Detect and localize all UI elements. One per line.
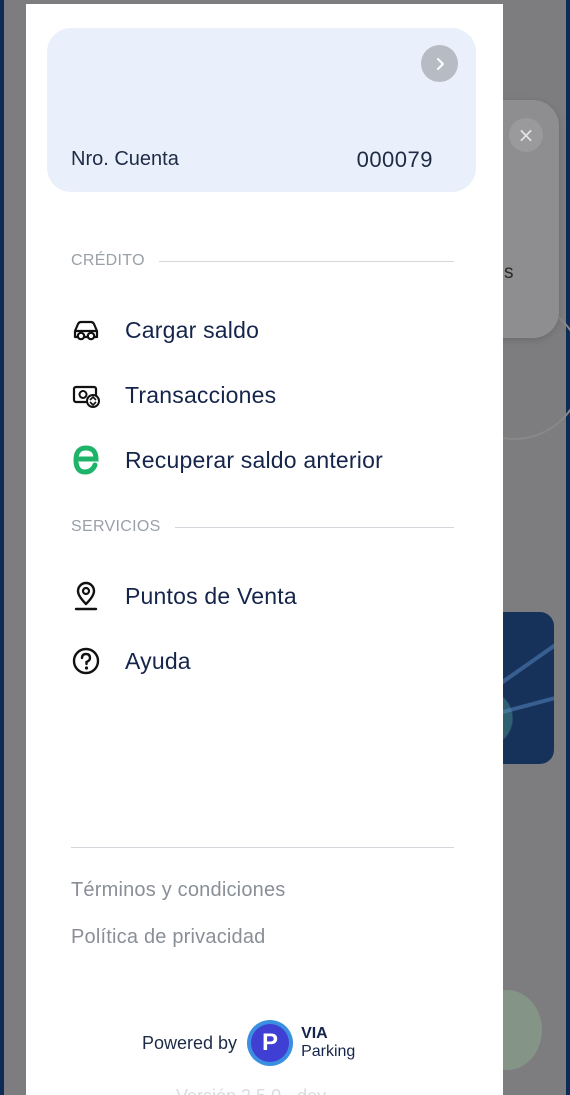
menu-label: Puntos de Venta bbox=[125, 582, 297, 609]
account-card[interactable]: Nro. Cuenta 000079 bbox=[47, 28, 476, 192]
brand-line-2: Parking bbox=[301, 1043, 356, 1060]
brand-name: VIA Parking bbox=[301, 1025, 355, 1061]
section-title-credit: CRÉDITO bbox=[71, 252, 145, 269]
help-circle-icon bbox=[68, 643, 104, 679]
section-title-services: SERVICIOS bbox=[71, 518, 161, 535]
section-divider bbox=[158, 260, 454, 262]
account-details-button[interactable] bbox=[421, 45, 458, 82]
location-pin-icon bbox=[68, 578, 104, 614]
brand-line-1: VIA bbox=[301, 1025, 328, 1042]
powered-by-label: Powered by bbox=[142, 1032, 238, 1053]
menu-label: Recuperar saldo anterior bbox=[125, 446, 383, 473]
logo-letter: P bbox=[251, 1024, 290, 1062]
menu-item-ayuda[interactable]: Ayuda bbox=[68, 641, 191, 681]
terms-link[interactable]: Términos y condiciones bbox=[71, 879, 286, 902]
menu-label: Ayuda bbox=[125, 647, 191, 674]
menu-item-puntos-de-venta[interactable]: Puntos de Venta bbox=[68, 576, 297, 616]
menu-item-cargar-saldo[interactable]: Cargar saldo bbox=[68, 310, 259, 350]
car-icon bbox=[68, 312, 104, 348]
via-parking-logo-icon: P bbox=[247, 1020, 294, 1066]
section-divider bbox=[174, 526, 454, 528]
account-number-label: Nro. Cuenta bbox=[71, 148, 179, 170]
section-header-services: SERVICIOS bbox=[71, 518, 454, 536]
app-version: Versión 2.5.0 - dev bbox=[176, 1086, 326, 1095]
account-number-value: 000079 bbox=[356, 147, 433, 172]
section-header-credit: CRÉDITO bbox=[71, 252, 454, 270]
powered-by: Powered by P VIA Parking bbox=[142, 1020, 355, 1066]
chevron-right-icon bbox=[436, 57, 444, 70]
money-exchange-icon bbox=[68, 377, 104, 413]
menu-label: Cargar saldo bbox=[125, 316, 260, 343]
menu-label: Transacciones bbox=[125, 381, 277, 408]
footer-divider bbox=[71, 847, 454, 848]
menu-item-recuperar-saldo[interactable]: Recuperar saldo anterior bbox=[68, 440, 383, 480]
background-partial-text: s bbox=[504, 262, 514, 283]
e-logo-icon bbox=[68, 442, 104, 478]
privacy-link[interactable]: Política de privacidad bbox=[71, 926, 266, 949]
menu-item-transacciones[interactable]: Transacciones bbox=[68, 375, 276, 415]
close-icon: × bbox=[509, 118, 543, 152]
navigation-drawer: Nro. Cuenta 000079 CRÉDITO Cargar saldo bbox=[26, 4, 503, 1095]
